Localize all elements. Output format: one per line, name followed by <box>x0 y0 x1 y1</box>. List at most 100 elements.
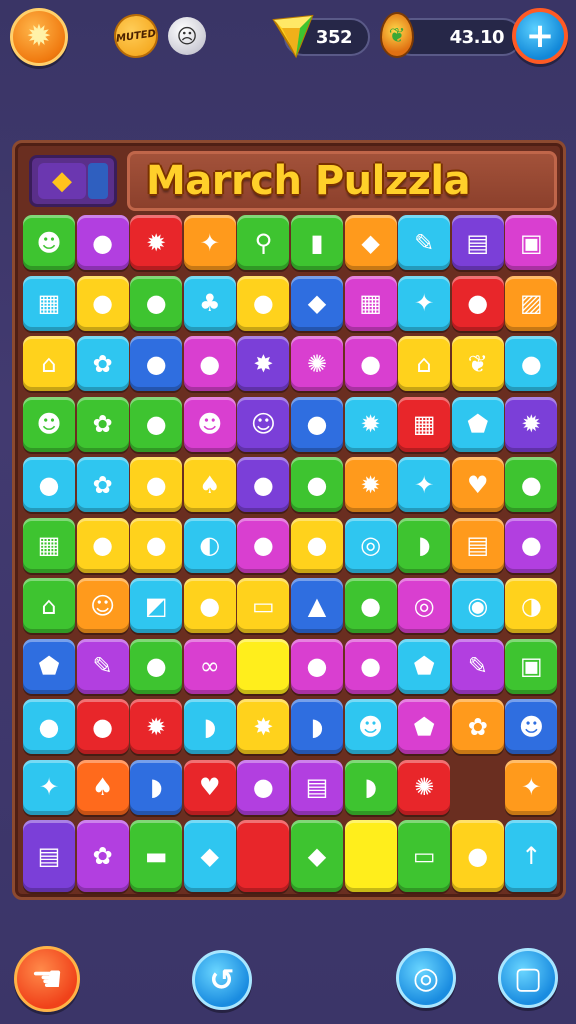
game-tile[interactable]: ● <box>130 638 183 694</box>
game-tile[interactable]: ◉ <box>451 578 504 633</box>
game-tile[interactable]: ⌂ <box>23 336 75 391</box>
game-tile[interactable]: ● <box>505 336 558 391</box>
game-tile[interactable]: ✦ <box>505 759 558 815</box>
game-tile[interactable]: ⬟ <box>398 699 451 754</box>
game-tile[interactable]: ▭ <box>398 820 451 892</box>
game-tile[interactable]: ● <box>290 638 343 694</box>
game-tile[interactable] <box>237 638 290 694</box>
game-tile[interactable]: ✺ <box>398 759 451 815</box>
game-tile[interactable]: ● <box>290 457 343 512</box>
ghost-icon[interactable]: ☹ <box>168 17 206 55</box>
game-tile[interactable]: ▨ <box>505 275 558 331</box>
game-tile[interactable]: ● <box>76 215 129 270</box>
game-tile[interactable]: ◗ <box>130 759 183 815</box>
game-tile[interactable]: ● <box>451 820 504 892</box>
game-tile[interactable]: ✎ <box>398 215 451 270</box>
stop-button[interactable]: ▢ <box>498 948 558 1008</box>
game-tile[interactable]: ● <box>344 638 397 694</box>
game-tile[interactable]: ⌂ <box>23 578 75 633</box>
game-tile[interactable]: ● <box>76 517 129 573</box>
game-tile[interactable]: ◗ <box>344 759 397 815</box>
game-tile[interactable]: ♠ <box>183 457 236 512</box>
game-tile[interactable]: ♥ <box>451 457 504 512</box>
game-tile[interactable]: ▤ <box>451 517 504 573</box>
game-tile[interactable]: ◩ <box>130 578 183 633</box>
settings-button[interactable]: ✹ <box>10 8 68 66</box>
game-tile[interactable]: ✺ <box>290 336 343 391</box>
game-tile[interactable]: ● <box>23 457 75 512</box>
game-tile[interactable]: ▤ <box>290 759 343 815</box>
game-tile[interactable]: ✹ <box>130 215 183 270</box>
game-tile[interactable]: ⬟ <box>398 638 451 694</box>
hint-button[interactable]: ◎ <box>396 948 456 1008</box>
game-tile[interactable]: ✸ <box>237 336 290 391</box>
game-tile[interactable]: ◗ <box>290 699 343 754</box>
game-tile[interactable]: ● <box>290 517 343 573</box>
game-tile[interactable]: ✿ <box>76 457 129 512</box>
game-tile[interactable]: ✎ <box>76 638 129 694</box>
game-tile[interactable]: ◎ <box>344 517 397 573</box>
game-tile[interactable]: ☺ <box>76 578 129 633</box>
game-tile[interactable]: ▤ <box>451 215 504 270</box>
game-tile[interactable]: ● <box>344 336 397 391</box>
game-tile[interactable]: ● <box>130 396 183 452</box>
game-tile[interactable]: ☺ <box>237 396 290 452</box>
game-tile[interactable]: ✹ <box>344 396 397 452</box>
game-tile[interactable]: ☻ <box>23 396 75 452</box>
game-tile[interactable]: ● <box>237 275 290 331</box>
game-tile[interactable]: ✦ <box>398 457 451 512</box>
game-tile[interactable]: ✹ <box>505 396 558 452</box>
game-tile[interactable]: ✦ <box>23 759 75 815</box>
muted-badge[interactable]: MUTED <box>111 11 161 61</box>
menu-button[interactable]: ◆ <box>29 155 117 207</box>
game-tile[interactable]: ▬ <box>130 820 183 892</box>
game-tile[interactable]: ✎ <box>451 638 504 694</box>
game-tile[interactable]: ↑ <box>505 820 558 892</box>
game-tile[interactable]: ⬟ <box>451 396 504 452</box>
game-tile[interactable] <box>237 820 290 892</box>
game-tile[interactable]: ▦ <box>344 275 397 331</box>
game-tile[interactable]: ● <box>237 759 290 815</box>
game-tile[interactable]: ✿ <box>76 820 129 892</box>
game-tile[interactable]: ◑ <box>505 578 558 633</box>
game-tile[interactable]: ✦ <box>398 275 451 331</box>
add-currency-button[interactable]: + <box>512 8 568 64</box>
game-tile[interactable]: ▤ <box>23 820 75 892</box>
game-tile[interactable]: ● <box>130 457 183 512</box>
game-tile[interactable]: ● <box>237 517 290 573</box>
game-tile[interactable]: ▮ <box>290 215 343 270</box>
game-tile[interactable]: ● <box>344 578 397 633</box>
game-tile[interactable]: ✿ <box>76 396 129 452</box>
game-tile[interactable]: ☻ <box>183 396 236 452</box>
game-tile[interactable]: ● <box>76 699 129 754</box>
game-tile[interactable]: ● <box>23 699 75 754</box>
game-tile[interactable]: ● <box>76 275 129 331</box>
game-tile[interactable]: ● <box>183 578 236 633</box>
game-tile[interactable]: ● <box>237 457 290 512</box>
game-tile[interactable]: ▦ <box>398 396 451 452</box>
game-tile[interactable]: ☻ <box>505 699 558 754</box>
game-tile[interactable]: ✿ <box>76 336 129 391</box>
game-tile[interactable]: ● <box>130 336 183 391</box>
game-tile[interactable]: ✦ <box>183 215 236 270</box>
game-tile[interactable]: ◐ <box>183 517 236 573</box>
game-tile[interactable]: ▭ <box>237 578 290 633</box>
game-tile[interactable]: ✹ <box>130 699 183 754</box>
game-tile[interactable]: ❦ <box>451 336 504 391</box>
game-tile[interactable]: ◆ <box>290 820 343 892</box>
back-button[interactable]: ☚ <box>14 946 80 1012</box>
game-tile[interactable]: ⚲ <box>237 215 290 270</box>
game-tile[interactable]: ● <box>183 336 236 391</box>
game-tile[interactable]: ▲ <box>290 578 343 633</box>
game-tile[interactable] <box>344 820 397 892</box>
game-tile[interactable]: ♠ <box>76 759 129 815</box>
game-tile[interactable]: ♥ <box>183 759 236 815</box>
game-tile[interactable]: ▣ <box>505 638 558 694</box>
game-tile[interactable]: ⌂ <box>398 336 451 391</box>
game-tile[interactable]: ☻ <box>344 699 397 754</box>
game-tile[interactable]: ● <box>130 275 183 331</box>
game-tile[interactable]: ∞ <box>183 638 236 694</box>
game-tile[interactable]: ◗ <box>398 517 451 573</box>
game-tile[interactable]: ◆ <box>290 275 343 331</box>
game-tile[interactable]: ✹ <box>344 457 397 512</box>
